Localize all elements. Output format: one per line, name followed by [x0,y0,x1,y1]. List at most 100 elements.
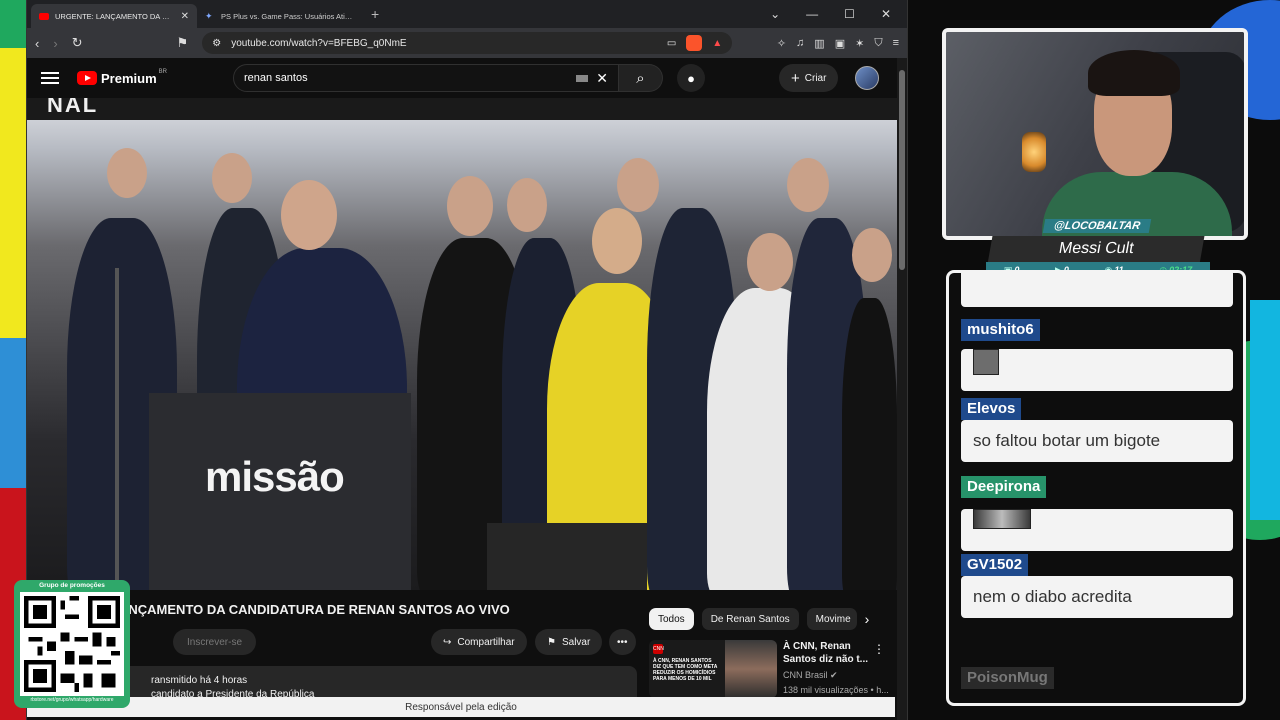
leo-ai-icon[interactable]: ✶ [855,37,864,50]
channel-name: CNN Brasil [783,670,828,680]
person-head [592,208,642,274]
logo-text: Premium [101,70,157,86]
more-vert-icon[interactable]: ⋮ [873,642,885,656]
streamer-hair [1088,50,1180,96]
youtube-header: Premium BR renan santos ✕ ⌕ ● + Criar [27,58,907,98]
region-code: BR [158,69,167,75]
browser-window: URGENTE: LANÇAMENTO DA CANDIDATURA DE RE… [26,0,908,720]
close-window-button[interactable]: ✕ [881,7,891,21]
keyboard-icon[interactable] [576,74,589,82]
person-head [747,233,793,291]
chat-username: PoisonMug [961,667,1054,689]
avatar[interactable] [855,66,879,90]
podium: missão [149,393,411,590]
brave-shields-icon[interactable] [686,35,703,51]
qr-code [20,592,124,696]
url-text: youtube.com/watch?v=BFEBG_q0NmE [231,37,407,49]
speaker-head [281,180,337,250]
chat-text: nem o diabo acredita [961,576,1233,618]
menu-icon[interactable]: ≡ [893,37,899,49]
chevron-right-icon[interactable]: › [865,611,870,627]
extensions-icon[interactable]: ✧ [777,37,786,50]
brave-rewards-icon[interactable]: ▲ [712,38,722,49]
recommended-channel[interactable]: CNN Brasil ✔ [783,670,838,681]
chat-message: GV1502 nem o diabo acredita [961,554,1233,618]
chat-message-partial [961,273,1233,307]
person-head [507,178,547,232]
share-icon: ↪ [443,636,452,648]
person-head [447,176,493,236]
gemini-favicon-icon: ✦ [205,11,213,21]
new-tab-button[interactable]: + [371,6,379,22]
window-controls: ⌄ — ☐ ✕ [770,0,907,28]
vpn-icon[interactable]: ⛉ [874,37,882,50]
plus-icon: + [791,69,800,87]
person-head [852,228,892,282]
microphone-icon: ● [687,70,695,86]
clear-search-icon[interactable]: ✕ [596,70,608,87]
search-icon: ⌕ [636,69,645,87]
sidebar-icon[interactable]: ▥ [814,37,824,50]
create-label: Criar [804,72,827,84]
chip-movement[interactable]: Movime [806,608,857,630]
search-bar: renan santos ✕ ⌕ [233,64,663,92]
youtube-logo[interactable]: Premium BR [77,69,167,86]
webcam-frame [942,28,1248,240]
emote-icon [973,349,999,375]
cnn-badge: CNN [653,644,664,654]
person-head [212,153,252,203]
more-actions-button[interactable]: ••• [609,629,636,655]
chat-username: Deepirona [961,476,1047,498]
close-tab-icon[interactable]: ✕ [181,11,189,22]
tab-gemini[interactable]: ✦ PS Plus vs. Game Pass: Usuários Ativos… [197,4,363,28]
save-label: Salvar [561,636,591,648]
status-bar: Responsável pela edição [27,697,895,717]
recommended-title[interactable]: À CNN, Renan Santos diz não t... [783,640,869,666]
qr-code-graphic [24,596,120,692]
subscribe-button[interactable]: Inscrever-se [173,629,257,655]
cast-icon[interactable]: ▭ [667,38,676,49]
scrollbar[interactable] [897,58,907,720]
create-button[interactable]: + Criar [779,64,839,92]
chip-from-renan[interactable]: De Renan Santos [701,608,799,630]
lamp [1022,132,1046,172]
site-info-icon[interactable]: ⚙ [212,38,221,49]
extensions-area: ✧ ♫ ▥ ▣ ✶ ⛉ ≡ [777,37,899,50]
forward-icon[interactable]: › [53,36,57,51]
recommended-thumbnail[interactable]: CNN À CNN, RENAN SANTOS DIZ QUE TEM COMO… [649,640,777,698]
address-toolbar: ‹ › ↻ ⚑ ⚙ youtube.com/watch?v=BFEBG_q0Nm… [27,28,907,58]
save-button[interactable]: ⚑ Salvar [535,629,603,655]
scrollbar-thumb[interactable] [899,70,905,270]
bookmark-save-icon: ⚑ [547,636,556,648]
bg-stripe-green [0,0,26,48]
bg-deco-cyan [1250,300,1280,520]
tab-youtube[interactable]: URGENTE: LANÇAMENTO DA CANDIDATURA DE RE… [31,4,197,28]
share-button[interactable]: ↪ Compartilhar [431,629,527,655]
video-player[interactable]: NAL missão [27,98,897,590]
search-button[interactable]: ⌕ [619,64,663,92]
chat-username: Elevos [961,398,1022,420]
bookmark-icon[interactable]: ⚑ [177,35,189,51]
more-icon: ••• [617,636,628,648]
wallet-icon[interactable]: ▣ [835,37,845,50]
streamer-handle: @LOCOBALTAR [1042,219,1152,233]
stream-layout: URGENTE: LANÇAMENTO DA CANDIDATURA DE RE… [0,0,1280,720]
podium-text: missão [205,453,345,500]
chat-message: Elevos so faltou botar um bigote [961,398,1233,462]
reload-icon[interactable]: ↻ [72,35,83,51]
voice-search-button[interactable]: ● [677,64,705,92]
back-icon[interactable]: ‹ [35,36,39,51]
url-bar[interactable]: ⚙ youtube.com/watch?v=BFEBG_q0NmE ▭ ▲ [202,32,733,54]
verified-icon: ✔ [830,670,838,680]
tab-search-icon[interactable]: ⌄ [770,7,780,21]
stage-banner: NAL [27,98,897,120]
maximize-button[interactable]: ☐ [844,7,855,21]
media-icon[interactable]: ♫ [796,37,804,49]
chip-all[interactable]: Todos [649,608,694,630]
hamburger-menu-icon[interactable] [41,72,59,84]
bg-stripe-blue [0,338,26,488]
minimize-button[interactable]: — [806,7,818,21]
tab-strip: URGENTE: LANÇAMENTO DA CANDIDATURA DE RE… [27,0,907,28]
video-title: ANÇAMENTO DA CANDIDATURA DE RENAN SANTOS… [119,602,510,617]
search-input[interactable]: renan santos ✕ [233,64,619,92]
